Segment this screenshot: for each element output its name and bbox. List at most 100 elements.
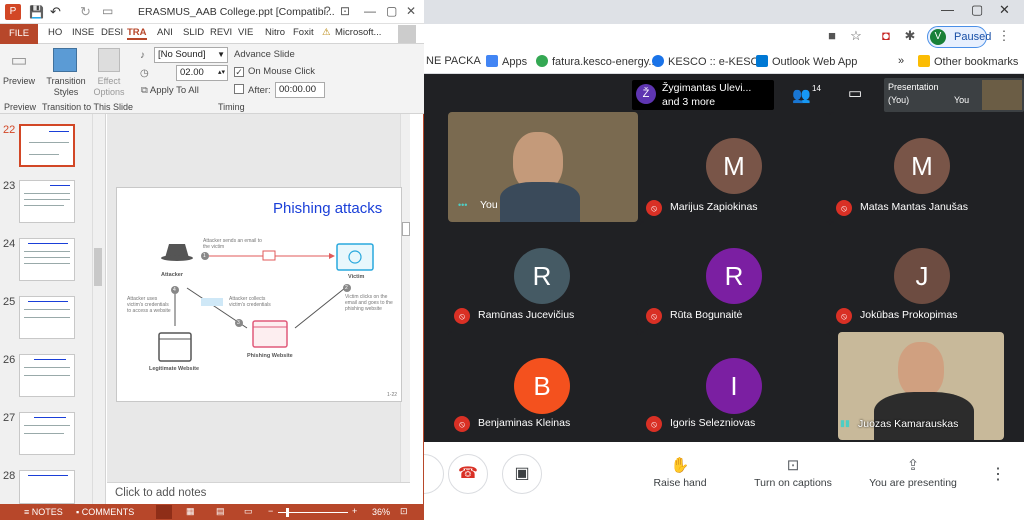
participant-tile[interactable]: J ⦸ Jokūbas Prokopimas (830, 222, 1024, 332)
slide-page-number: 1-22 (387, 392, 398, 398)
after-checkbox[interactable]: After: (234, 84, 271, 96)
audio-level-icon: ▮▮ (840, 418, 850, 428)
fit-slide-icon[interactable]: ⊡ (400, 506, 408, 517)
tab-transitions[interactable]: TRA (127, 27, 147, 40)
tab-animations[interactable]: ANI (157, 27, 173, 38)
more-bookmarks-chevron[interactable]: » (898, 55, 904, 67)
bookmark-outlook[interactable]: Outlook Web App (756, 55, 857, 68)
transition-styles-button[interactable]: Transition Styles (44, 76, 88, 98)
slide-canvas[interactable]: Phishing attacks Attacker Victim Legitim… (116, 187, 402, 402)
help-icon[interactable]: ? (324, 4, 331, 18)
menu-kebab-icon[interactable]: ⋮ (996, 28, 1012, 44)
captions-button[interactable]: ⊡ Turn on captions (752, 456, 834, 489)
people-icon[interactable]: 👥 (792, 86, 811, 104)
mic-muted-icon: ⦸ (454, 416, 470, 432)
undo-icon[interactable]: ↶ (50, 4, 61, 20)
slide-thumbnail[interactable] (19, 238, 75, 281)
maximize-icon[interactable]: ▢ (971, 2, 983, 18)
slide-thumbnail[interactable] (19, 470, 75, 504)
tab-design[interactable]: DESI (101, 27, 123, 38)
participant-tile-you[interactable]: ••• You (448, 112, 638, 222)
presentation-chip[interactable]: Presentation (You) You (884, 78, 1024, 112)
ribbon-transitions: ▭ Preview Transition Styles Effect Optio… (0, 44, 424, 114)
slide-thumbnail[interactable] (19, 180, 75, 223)
slide-thumbnail[interactable] (19, 412, 75, 455)
tab-file[interactable]: FILE (0, 24, 38, 44)
notes-pane[interactable]: Click to add notes (107, 482, 410, 504)
active-speaker-chip[interactable]: Ž Žygimantas Ulevi... and 3 more (632, 80, 774, 110)
preview-icon[interactable]: ▭ (4, 50, 34, 76)
preview-button[interactable]: Preview (3, 76, 35, 86)
reading-view-icon[interactable]: ▤ (216, 506, 225, 517)
participant-avatar: B (514, 358, 570, 414)
zoom-out-icon[interactable]: − (268, 506, 273, 516)
bookmark-kesco[interactable]: KESCO :: e-KESCO (652, 55, 767, 68)
apply-to-all-button[interactable]: ⧉ Apply To All (141, 85, 199, 96)
tab-microsoft[interactable]: Microsoft... (335, 27, 381, 38)
ppt-restore-icon[interactable]: ▢ (386, 4, 397, 18)
scroll-thumb[interactable] (402, 222, 410, 236)
comments-button[interactable]: ▪ COMMENTS (76, 507, 134, 517)
tab-foxit[interactable]: Foxit (293, 27, 314, 38)
notes-button[interactable]: ≡ NOTES (24, 507, 63, 517)
participant-tile[interactable]: M ⦸ Matas Mantas Janušas (830, 112, 1024, 222)
tab-home[interactable]: HO (48, 27, 62, 38)
sound-select[interactable]: [No Sound] ▼ (154, 47, 228, 63)
zoom-level[interactable]: 36% (372, 507, 390, 517)
profile-paused-button[interactable]: V Paused (927, 26, 991, 48)
bookmark-0[interactable]: NE PACKA (426, 55, 481, 67)
thumbnail-scrollbar[interactable] (92, 114, 102, 504)
ribbon-display-icon[interactable]: ⊡ (340, 4, 350, 18)
redo-icon[interactable]: ↻ (80, 4, 91, 20)
star-icon[interactable]: ☆ (848, 28, 864, 44)
camera-icon[interactable]: ▣ (502, 454, 542, 494)
chat-icon[interactable]: ▭ (848, 84, 862, 102)
slideshow-icon[interactable]: ▭ (244, 506, 253, 517)
duration-input[interactable]: 02.00 ▴▾ (176, 65, 228, 81)
normal-view-icon[interactable] (156, 505, 172, 519)
minimize-icon[interactable]: — (941, 2, 954, 17)
slide-number: 27 (3, 412, 16, 424)
tab-review[interactable]: REVI (210, 27, 232, 38)
presenting-button[interactable]: ⇪ You are presenting (868, 456, 958, 489)
puzzle-icon[interactable]: ✱ (902, 28, 918, 44)
close-icon[interactable]: ✕ (999, 2, 1010, 18)
tab-nitro[interactable]: Nitro (265, 27, 285, 38)
participant-tile[interactable]: B ⦸ Benjaminas Kleinas (448, 332, 638, 442)
extension-icon[interactable]: ◘ (878, 28, 894, 44)
participant-tile[interactable]: I ⦸ Igoris Selezniovas (640, 332, 830, 442)
participant-tile-video[interactable]: ▮▮ Juozas Kamarauskas (838, 332, 1004, 440)
scroll-thumb[interactable] (94, 248, 102, 286)
after-time-input[interactable]: 00:00.00 (275, 82, 325, 98)
paused-label: Paused (954, 31, 992, 43)
thumb-line (24, 375, 70, 376)
slide-thumbnail[interactable] (19, 296, 75, 339)
raise-hand-button[interactable]: ✋ Raise hand (652, 456, 708, 489)
slide-sorter-icon[interactable]: ▦ (186, 506, 195, 517)
end-call-icon[interactable]: ☎ (448, 454, 488, 494)
more-options-icon[interactable]: ⋮ (990, 464, 1006, 484)
user-avatar[interactable] (398, 25, 416, 43)
participant-tile[interactable]: R ⦸ Ramūnas Jucevičius (448, 222, 638, 332)
slide-thumbnail[interactable] (19, 124, 75, 167)
ppt-minimize-icon[interactable]: — (364, 4, 376, 18)
other-bookmarks[interactable]: Other bookmarks (918, 55, 1018, 68)
slide-thumbnail[interactable] (19, 354, 75, 397)
tab-slideshow[interactable]: SLID (183, 27, 204, 38)
zoom-in-icon[interactable]: + (352, 506, 357, 516)
present-from-start-icon[interactable]: ▭ (102, 4, 113, 18)
effect-options-button[interactable]: Effect Options (88, 76, 130, 98)
ppt-close-icon[interactable]: ✕ (406, 4, 416, 18)
bookmark-apps[interactable]: Apps (486, 55, 527, 68)
participant-tile[interactable]: R ⦸ Rūta Bogunaitė (640, 222, 830, 332)
tab-insert[interactable]: INSE (72, 27, 94, 38)
participant-tile[interactable]: M ⦸ Marijus Zapiokinas (640, 112, 830, 222)
camera-blocked-icon[interactable]: ■ (824, 28, 840, 44)
on-mouse-click-checkbox[interactable]: ✓ On Mouse Click (234, 66, 315, 77)
save-icon[interactable]: 💾 (29, 5, 44, 19)
tab-view[interactable]: VIE (238, 27, 253, 38)
bookmark-fatura[interactable]: fatura.kesco-energy.... (536, 55, 661, 68)
zoom-slider-thumb[interactable] (286, 508, 289, 517)
participant-avatar: R (706, 248, 762, 304)
globe-icon (536, 55, 548, 67)
